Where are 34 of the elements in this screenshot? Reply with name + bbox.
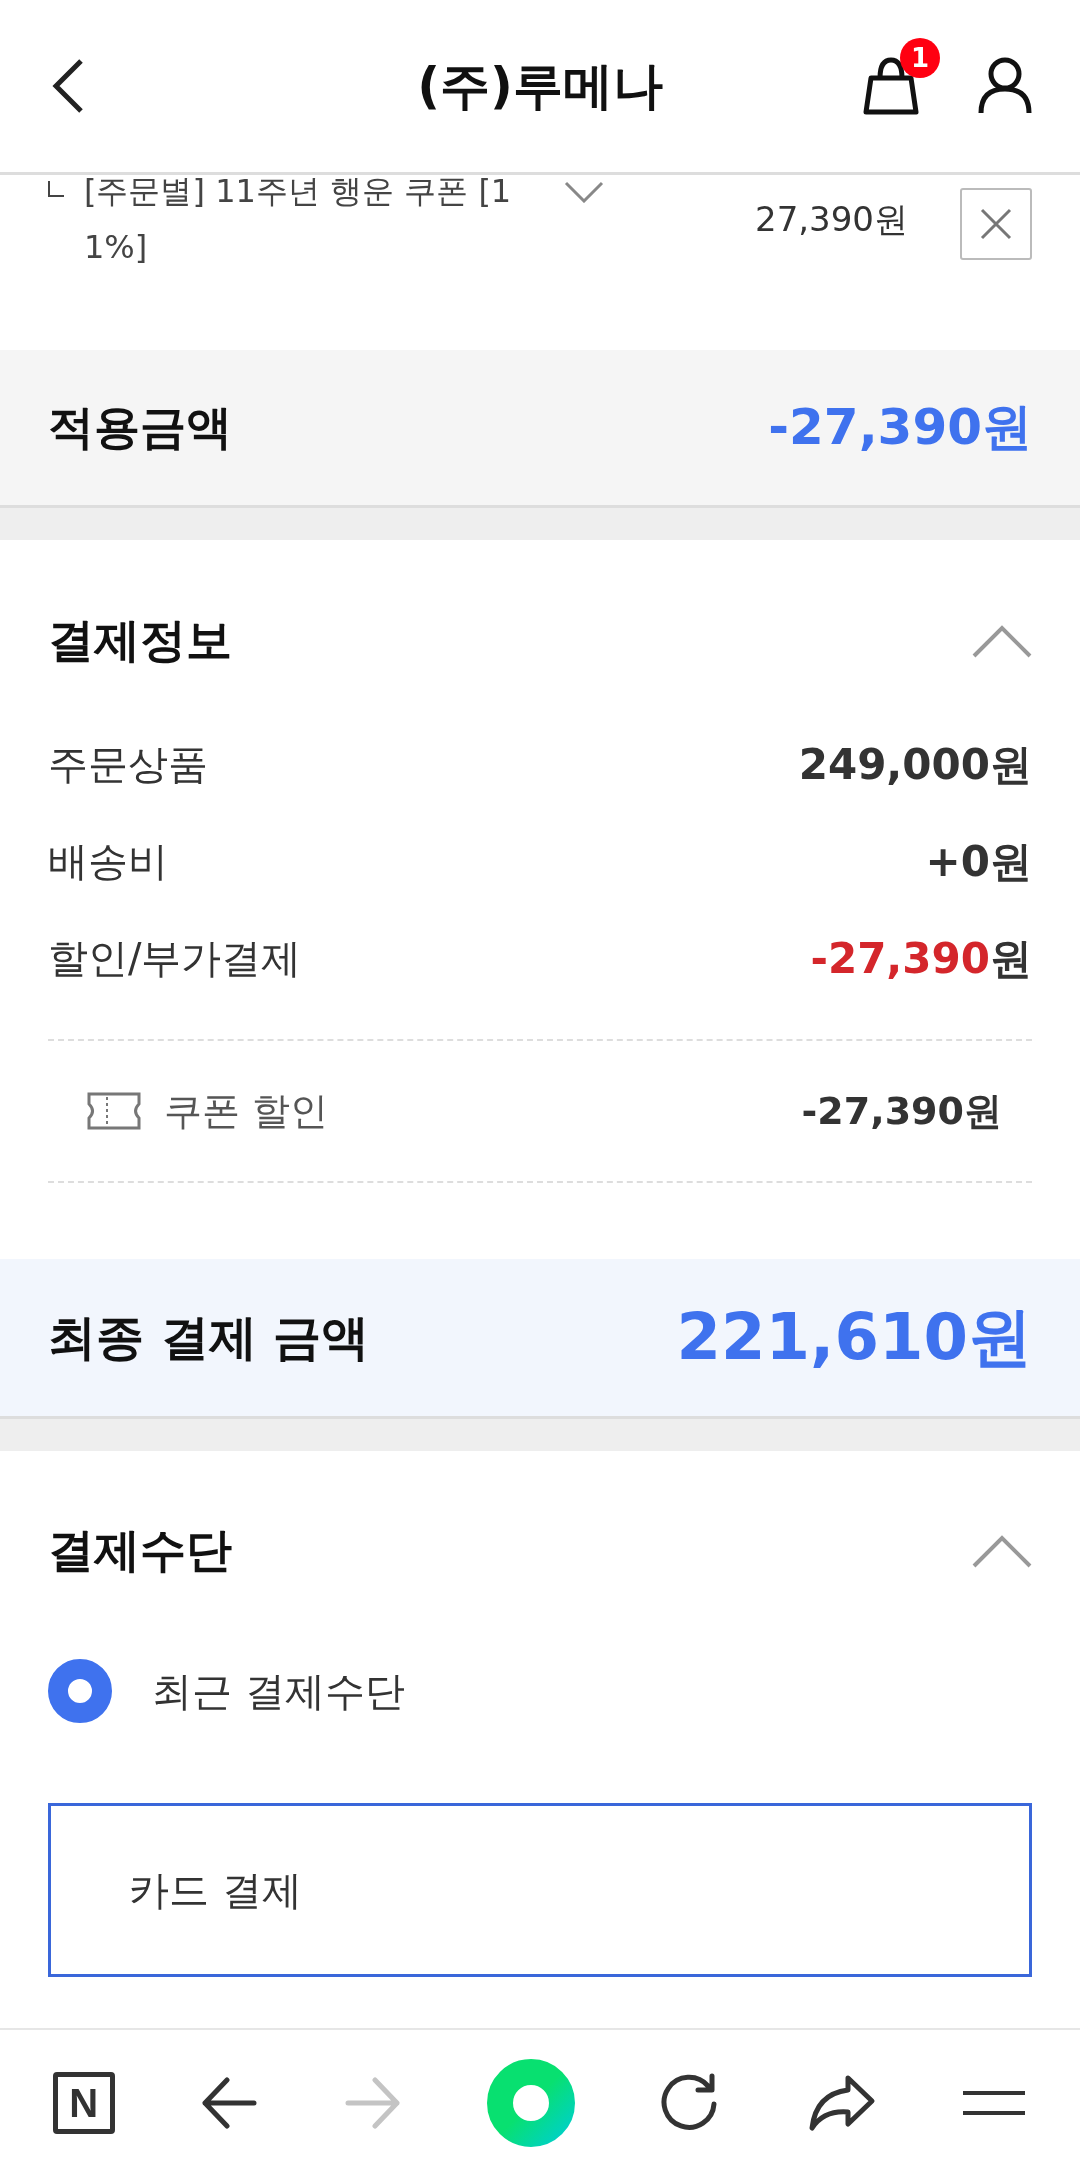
remove-coupon-button[interactable] bbox=[960, 188, 1032, 260]
section-title: 결제수단 bbox=[48, 1522, 232, 1579]
ticket-icon bbox=[86, 1091, 142, 1131]
share-icon[interactable] bbox=[807, 2074, 876, 2132]
cart-count-badge: 1 bbox=[900, 38, 940, 78]
radio-label: 최근 결제수단 bbox=[152, 1666, 405, 1716]
summary-label: 배송비 bbox=[48, 837, 168, 886]
close-icon bbox=[980, 208, 1012, 240]
user-icon[interactable] bbox=[978, 57, 1032, 115]
chevron-up-icon[interactable] bbox=[972, 624, 1032, 658]
card-payment-option[interactable]: 카드 결제 bbox=[48, 1803, 1032, 1977]
summary-label: 할인/부가결제 bbox=[48, 934, 302, 983]
back-icon[interactable] bbox=[52, 58, 84, 114]
final-amount-value: 221,610원 bbox=[676, 1299, 1032, 1376]
chevron-up-icon[interactable] bbox=[972, 1534, 1032, 1568]
coupon-amount: 27,390원 bbox=[754, 198, 908, 241]
back-arrow-icon[interactable] bbox=[200, 2077, 259, 2129]
coupon-name: [주문별] 11주년 행운 쿠폰 [11%] bbox=[84, 171, 513, 268]
indent-marker bbox=[48, 181, 64, 197]
chevron-down-icon[interactable] bbox=[564, 181, 604, 203]
applied-amount-value: -27,390원 bbox=[768, 397, 1032, 458]
summary-label: 주문상품 bbox=[48, 740, 208, 789]
home-logo[interactable]: N bbox=[52, 2072, 115, 2134]
section-title: 결제정보 bbox=[48, 612, 232, 669]
coupon-discount-value: -27,390원 bbox=[801, 1087, 1002, 1135]
summary-value: 249,000원 bbox=[798, 738, 1032, 791]
radio-button[interactable] bbox=[48, 1659, 112, 1723]
summary-value: -27,390원 bbox=[810, 932, 1032, 985]
summary-value: +0원 bbox=[925, 835, 1032, 888]
applied-amount-label: 적용금액 bbox=[48, 398, 232, 456]
final-amount-label: 최종 결제 금액 bbox=[48, 1307, 370, 1367]
menu-icon[interactable] bbox=[961, 2090, 1028, 2116]
coupon-discount-label: 쿠폰 할인 bbox=[164, 1087, 330, 1135]
page-title: (주)루메나 bbox=[417, 55, 663, 117]
